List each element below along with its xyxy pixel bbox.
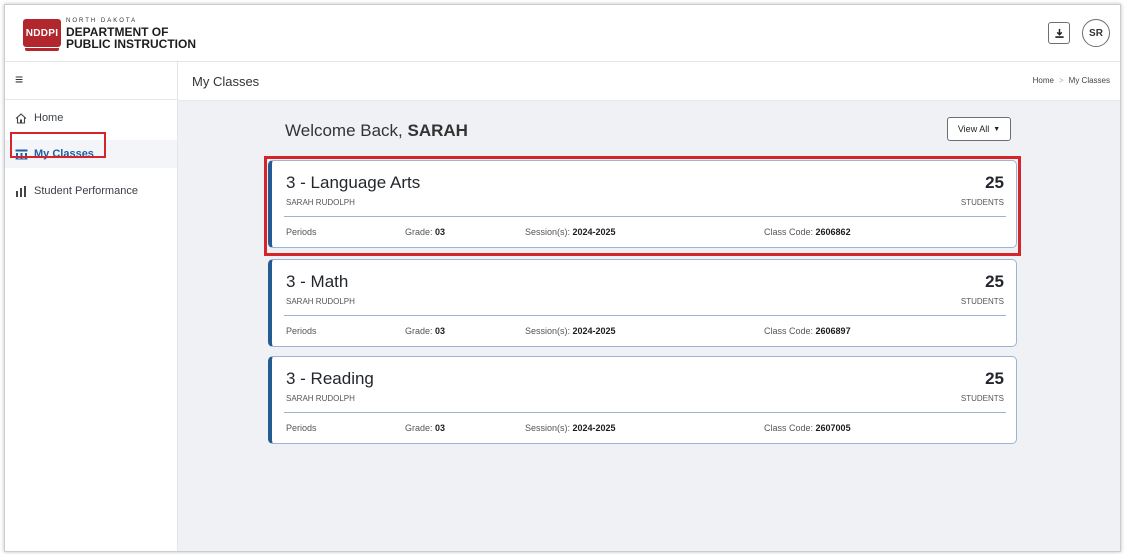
page-header: My Classes Home > My Classes <box>178 62 1120 101</box>
class-code-value: 2606862 <box>815 227 851 237</box>
periods-label: Periods <box>286 423 317 433</box>
student-count: 25 <box>985 369 1004 388</box>
classes-icon <box>15 149 29 160</box>
sidebar-item-home[interactable]: Home <box>5 104 177 132</box>
class-code-value: 2607005 <box>815 423 851 433</box>
class-name[interactable]: 3 - Language Arts <box>286 173 420 193</box>
grade-info: Grade: 03 <box>405 227 445 237</box>
user-avatar[interactable]: SR <box>1082 19 1110 47</box>
sidebar-item-my-classes[interactable]: My Classes <box>5 140 177 168</box>
class-code-info: Class Code: 2606862 <box>764 227 851 237</box>
sidebar-item-student-performance[interactable]: Student Performance <box>5 177 177 205</box>
grade-value: 03 <box>435 423 446 433</box>
session-value: 2024-2025 <box>572 227 616 237</box>
logo-line-2: PUBLIC INSTRUCTION <box>66 37 196 51</box>
sidebar-item-label: My Classes <box>34 148 94 160</box>
class-name[interactable]: 3 - Math <box>286 272 348 292</box>
grade-label: Grade: <box>405 326 436 336</box>
student-count-label: STUDENTS <box>960 297 1004 306</box>
session-label: Session(s): <box>525 326 573 336</box>
home-icon <box>15 112 29 124</box>
view-all-dropdown[interactable]: View All ▼ <box>947 117 1011 141</box>
card-divider <box>284 412 1006 413</box>
grade-info: Grade: 03 <box>405 423 445 433</box>
periods-label: Periods <box>286 227 317 237</box>
class-card[interactable]: 3 - Language Arts SARAH RUDOLPH 25 STUDE… <box>268 160 1017 248</box>
welcome-message: Welcome Back, SARAH <box>285 121 468 141</box>
student-count-label: STUDENTS <box>960 394 1004 403</box>
class-card[interactable]: 3 - Math SARAH RUDOLPH 25 STUDENTS Perio… <box>268 259 1017 347</box>
grade-value: 03 <box>435 227 446 237</box>
top-bar: NDDPI NORTH DAKOTA DEPARTMENT OF PUBLIC … <box>5 5 1120 62</box>
download-button[interactable] <box>1048 22 1070 44</box>
menu-toggle-icon[interactable]: ≡ <box>15 71 23 87</box>
card-divider <box>284 315 1006 316</box>
grade-label: Grade: <box>405 423 436 433</box>
session-label: Session(s): <box>525 423 573 433</box>
student-count: 25 <box>985 272 1004 291</box>
view-all-label: View All <box>957 124 990 134</box>
card-divider <box>284 216 1006 217</box>
periods-label: Periods <box>286 326 317 336</box>
class-code-info: Class Code: 2606897 <box>764 326 851 336</box>
grade-label: Grade: <box>405 227 436 237</box>
grade-value: 03 <box>435 326 446 336</box>
class-code-info: Class Code: 2607005 <box>764 423 851 433</box>
session-info: Session(s): 2024-2025 <box>525 326 616 336</box>
download-icon <box>1054 28 1064 38</box>
nddpi-logo[interactable]: NDDPI NORTH DAKOTA DEPARTMENT OF PUBLIC … <box>23 16 196 51</box>
caret-down-icon: ▼ <box>993 125 1001 133</box>
breadcrumb: Home > My Classes <box>1033 76 1110 85</box>
class-name[interactable]: 3 - Reading <box>286 369 374 389</box>
logo-text: NORTH DAKOTA DEPARTMENT OF PUBLIC INSTRU… <box>66 16 196 50</box>
logo-badge: NDDPI <box>23 19 61 51</box>
sidebar-item-label: Home <box>34 112 64 124</box>
teacher-name: SARAH RUDOLPH <box>286 297 355 306</box>
session-info: Session(s): 2024-2025 <box>525 423 616 433</box>
class-code-label: Class Code: <box>764 227 816 237</box>
sidebar: ≡ Home My Classes Student Performance <box>5 62 178 551</box>
breadcrumb-home[interactable]: Home <box>1033 76 1054 85</box>
student-count: 25 <box>985 173 1004 192</box>
session-value: 2024-2025 <box>572 326 616 336</box>
teacher-name: SARAH RUDOLPH <box>286 394 355 403</box>
session-info: Session(s): 2024-2025 <box>525 227 616 237</box>
session-label: Session(s): <box>525 227 573 237</box>
breadcrumb-current: My Classes <box>1068 76 1110 85</box>
class-code-value: 2606897 <box>815 326 851 336</box>
class-code-label: Class Code: <box>764 326 816 336</box>
class-code-label: Class Code: <box>764 423 816 433</box>
sidebar-item-label: Student Performance <box>34 185 138 197</box>
breadcrumb-separator-icon: > <box>1058 76 1064 85</box>
class-card[interactable]: 3 - Reading SARAH RUDOLPH 25 STUDENTS Pe… <box>268 356 1017 444</box>
page-title: My Classes <box>192 74 260 89</box>
grade-info: Grade: 03 <box>405 326 445 336</box>
student-count-label: STUDENTS <box>960 198 1004 207</box>
sidebar-divider <box>5 99 177 100</box>
bar-chart-icon <box>15 185 29 197</box>
welcome-prefix: Welcome Back, <box>285 121 408 140</box>
welcome-name: SARAH <box>407 121 468 140</box>
session-value: 2024-2025 <box>572 423 616 433</box>
teacher-name: SARAH RUDOLPH <box>286 198 355 207</box>
